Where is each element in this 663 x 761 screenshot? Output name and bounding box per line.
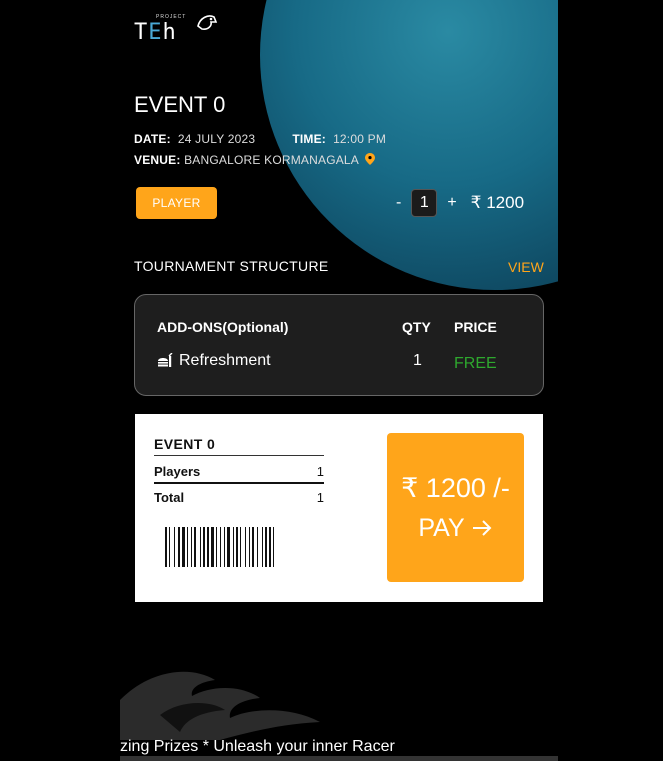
decrement-button[interactable]: -	[396, 194, 401, 212]
barcode-image	[165, 527, 274, 567]
divider	[154, 482, 324, 484]
pay-button[interactable]: ₹ 1200 /- PAY	[387, 433, 524, 582]
addon-item-name: Refreshment	[179, 352, 271, 369]
quantity-value[interactable]: 1	[411, 189, 438, 217]
event-date-time: DATE: 24 JULY 2023 TIME: 12:00 PM	[134, 132, 387, 146]
brand-logo: PROJECT TEh	[134, 14, 224, 46]
addon-item-qty: 1	[413, 352, 422, 369]
summary-players-row: Players 1	[154, 464, 324, 479]
event-title: EVENT 0	[134, 92, 226, 117]
event-venue: VENUE: BANGALORE KORMANAGALA	[134, 153, 375, 167]
app-screen: PROJECT TEh EVENT 0 DATE: 24 JULY 2023 T…	[120, 0, 558, 761]
ticket-price: ₹ 1200	[470, 193, 525, 212]
order-summary-ticket: EVENT 0 Players 1 Total 1 ₹ 1200 /- PAY	[135, 414, 543, 602]
increment-button[interactable]: +	[447, 194, 456, 212]
promo-marquee: zing Prizes * Unleash your inner Racer	[120, 738, 395, 755]
arrow-right-icon	[472, 520, 492, 536]
flame-decoration-icon	[120, 671, 320, 740]
price-header: PRICE	[454, 319, 497, 335]
divider	[154, 455, 324, 456]
pay-label: PAY	[418, 513, 465, 542]
summary-total-row: Total 1	[154, 490, 324, 505]
bottom-bar	[120, 756, 558, 761]
pay-amount: ₹ 1200 /-	[401, 472, 510, 503]
qty-header: QTY	[402, 319, 431, 335]
addons-title: ADD-ONS(Optional)	[157, 319, 289, 335]
tournament-structure-label: TOURNAMENT STRUCTURE	[134, 258, 329, 274]
refreshment-icon	[158, 353, 173, 367]
addon-item-price: FREE	[454, 355, 497, 372]
addons-panel: ADD-ONS(Optional) QTY PRICE Refreshment …	[134, 294, 544, 396]
bird-logo-icon	[197, 15, 218, 30]
summary-title: EVENT 0	[154, 436, 216, 452]
quantity-stepper: - 1 + ₹ 1200	[396, 189, 524, 217]
player-ticket-button[interactable]: PLAYER	[136, 187, 217, 219]
view-tournament-link[interactable]: VIEW	[508, 259, 544, 275]
location-pin-icon	[364, 153, 375, 165]
